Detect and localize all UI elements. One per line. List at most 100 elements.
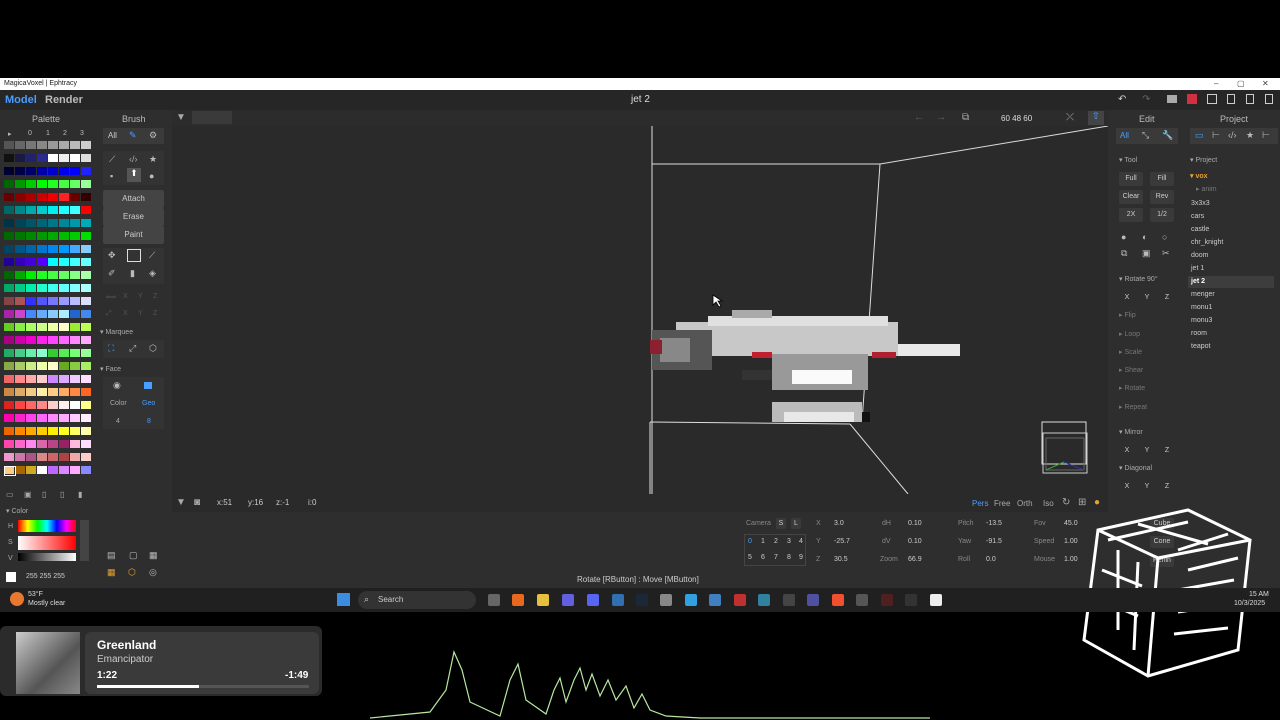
palette-swatch[interactable] xyxy=(37,284,47,292)
maximize-icon[interactable]: ▢ xyxy=(1237,78,1245,90)
palette-swatch[interactable] xyxy=(70,219,80,227)
axis-diag-y[interactable]: Y xyxy=(138,310,143,317)
palette-swatch[interactable] xyxy=(48,232,58,240)
rotate-y-button[interactable]: Y xyxy=(1141,292,1153,304)
palette-swatch[interactable] xyxy=(48,414,58,422)
new-icon[interactable] xyxy=(1227,94,1235,104)
palette-swatch[interactable] xyxy=(59,401,69,409)
brush-pen-icon[interactable]: ✎ xyxy=(129,130,137,141)
cube-icon[interactable]: ⬡ xyxy=(128,567,136,578)
palette-swatch[interactable] xyxy=(4,401,14,409)
palette-swatch[interactable] xyxy=(26,362,36,370)
iso-view-button[interactable]: Iso xyxy=(1043,499,1054,508)
palette-swatch[interactable] xyxy=(15,375,25,383)
palette-swatch[interactable] xyxy=(37,453,47,461)
palette-swatch[interactable] xyxy=(4,453,14,461)
stamp-brush-icon[interactable]: ⬆ xyxy=(127,168,141,182)
palette-swatch[interactable] xyxy=(70,323,80,331)
project-item[interactable]: 3x3x3 xyxy=(1188,198,1274,210)
palette-swatch[interactable] xyxy=(15,362,25,370)
app-icon-9[interactable] xyxy=(856,594,868,606)
project-section[interactable]: ▾ Project xyxy=(1190,156,1217,164)
palette-swatch[interactable] xyxy=(70,193,80,201)
palette-swatch[interactable] xyxy=(81,154,91,162)
edit-transform-icon[interactable]: ⤡ xyxy=(1142,130,1149,141)
palette-swatch[interactable] xyxy=(26,466,36,474)
palette-swatch[interactable] xyxy=(15,427,25,435)
palette-swatch[interactable] xyxy=(48,284,58,292)
marquee-diag-icon[interactable]: ⤢ xyxy=(129,343,136,354)
sphere-shape-icon[interactable]: ● xyxy=(1121,232,1126,242)
palette-swatch[interactable] xyxy=(81,440,91,448)
current-color-swatch[interactable] xyxy=(6,572,16,582)
palette-swatch[interactable] xyxy=(26,310,36,318)
palette-swatch[interactable] xyxy=(15,349,25,357)
half-circle-icon[interactable]: ◐ xyxy=(1142,232,1147,242)
palette-swatch[interactable] xyxy=(15,193,25,201)
palette-swatch[interactable] xyxy=(4,284,14,292)
palette-swatch[interactable] xyxy=(59,427,69,435)
line-brush-icon[interactable]: ⟋ xyxy=(109,154,115,165)
palette-swatch[interactable] xyxy=(26,245,36,253)
palette-swatch[interactable] xyxy=(48,427,58,435)
palette-swatch[interactable] xyxy=(48,141,58,149)
palette-swatch[interactable] xyxy=(37,349,47,357)
3d-viewport[interactable] xyxy=(172,126,1108,494)
project-item[interactable]: teapot xyxy=(1188,341,1274,353)
axis-diag-x[interactable]: X xyxy=(123,310,128,317)
fit-icon[interactable]: ⤫ xyxy=(1066,112,1074,123)
flip-section[interactable]: ▸ Flip xyxy=(1119,311,1136,319)
palette-swatch[interactable] xyxy=(37,232,47,240)
paste-icon[interactable]: ▣ xyxy=(1142,248,1151,259)
palette-swatch[interactable] xyxy=(81,427,91,435)
camera-slot-6[interactable]: 6 xyxy=(761,554,765,561)
fill-button[interactable]: Fill xyxy=(1150,172,1174,186)
palette-swatch[interactable] xyxy=(4,219,14,227)
palette-swatch[interactable] xyxy=(59,232,69,240)
project-item[interactable]: cars xyxy=(1188,211,1274,223)
palette-swatch[interactable] xyxy=(15,453,25,461)
tab-model[interactable]: Model xyxy=(5,94,37,106)
palette-swatch[interactable] xyxy=(26,167,36,175)
app-icon-3[interactable] xyxy=(660,594,672,606)
palette-swatch[interactable] xyxy=(4,154,14,162)
palette-swatch[interactable] xyxy=(26,141,36,149)
palette-swatch[interactable] xyxy=(26,219,36,227)
full-button[interactable]: Full xyxy=(1119,172,1143,186)
face-geo-label[interactable]: Geo xyxy=(142,400,155,407)
palette-swatch[interactable] xyxy=(59,297,69,305)
mirror-z-button[interactable]: Z xyxy=(1161,445,1173,457)
mirror-x-button[interactable]: X xyxy=(1121,445,1133,457)
palette-swatch[interactable] xyxy=(59,440,69,448)
palette-swatch[interactable] xyxy=(37,388,47,396)
double-button[interactable]: 2X xyxy=(1119,208,1143,222)
palette-swatch[interactable] xyxy=(15,466,25,474)
clock-time[interactable]: 15 AM xyxy=(1249,591,1269,598)
erase-button[interactable]: Erase xyxy=(103,208,164,226)
palette-swatch[interactable] xyxy=(37,310,47,318)
palette-tab-0[interactable]: 0 xyxy=(28,130,32,137)
palette-swatch[interactable] xyxy=(15,245,25,253)
palette-swatch[interactable] xyxy=(59,323,69,331)
cut-icon[interactable]: ✂ xyxy=(1162,248,1170,259)
palette-swatch[interactable] xyxy=(70,466,80,474)
cam-y-field[interactable]: -25.7 xyxy=(834,538,850,545)
back-arrow-icon[interactable]: ← xyxy=(914,112,924,123)
palette-swatch[interactable] xyxy=(48,336,58,344)
star-brush-icon[interactable]: ★ xyxy=(149,154,157,165)
axis-lock-x[interactable]: X xyxy=(123,293,128,300)
palette-copy-icon[interactable]: ▯ xyxy=(60,490,64,499)
palette-swatch[interactable] xyxy=(15,141,25,149)
palette-swatch[interactable] xyxy=(37,154,47,162)
palette-swatch[interactable] xyxy=(48,297,58,305)
palette-swatch[interactable] xyxy=(37,141,47,149)
palette-grid[interactable] xyxy=(4,141,92,486)
diagonal-z-button[interactable]: Z xyxy=(1161,481,1173,493)
discord-icon[interactable] xyxy=(587,594,599,606)
palette-swatch[interactable] xyxy=(4,414,14,422)
palette-swatch[interactable] xyxy=(59,349,69,357)
tab-render[interactable]: Render xyxy=(45,94,83,106)
rotate-section[interactable]: ▸ Rotate xyxy=(1119,384,1145,392)
progress-track[interactable] xyxy=(97,685,309,688)
project-item[interactable]: room xyxy=(1188,328,1274,340)
